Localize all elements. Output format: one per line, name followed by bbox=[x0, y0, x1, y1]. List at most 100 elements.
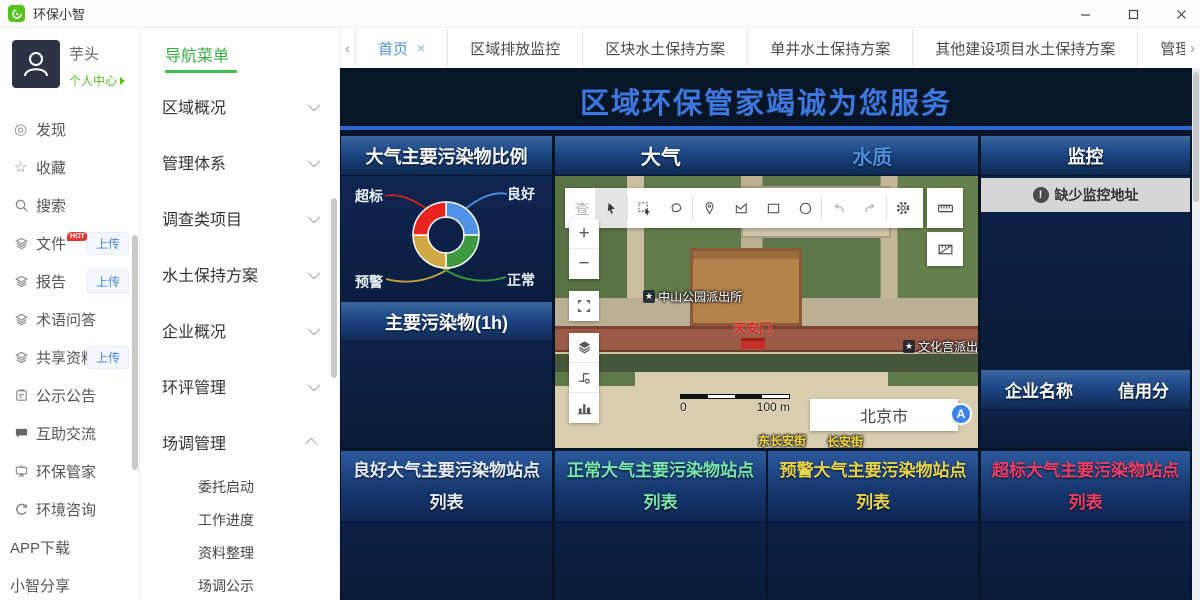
nav-item-region-overview[interactable]: 区域概况 bbox=[140, 78, 339, 134]
lasso-tool-icon[interactable] bbox=[660, 188, 692, 228]
tabs-scroll-right-icon[interactable]: › bbox=[1185, 28, 1200, 68]
sidebar-item-shared-materials[interactable]: 共享资料 上传 bbox=[0, 338, 139, 376]
upload-files-button[interactable]: 上传 bbox=[87, 232, 129, 255]
tab-other-construction-soil-water-plan[interactable]: 其他建设项目水土保持方案 bbox=[913, 28, 1138, 68]
nav-subitem-survey-publicity[interactable]: 场调公示 bbox=[140, 569, 339, 600]
station-list-normal-title: 正常大气主要污染物站点列表 bbox=[563, 455, 758, 518]
locate-badge[interactable]: A bbox=[950, 403, 972, 425]
pointer-tool-icon[interactable] bbox=[595, 188, 627, 228]
nav-item-site-survey-management[interactable]: 场调管理 bbox=[140, 414, 339, 470]
zoom-in-button[interactable]: + bbox=[569, 219, 599, 249]
map-search-input[interactable]: 查 bbox=[569, 198, 595, 219]
tab-region-emission-monitor[interactable]: 区域排放监控 bbox=[448, 28, 583, 68]
area-measure-button[interactable] bbox=[927, 232, 963, 266]
sidebar-item-epa-steward[interactable]: 环保管家 bbox=[0, 452, 139, 490]
clipboard-icon bbox=[14, 388, 36, 403]
banner-divider bbox=[340, 126, 1192, 130]
tab-close-icon[interactable]: × bbox=[417, 40, 425, 56]
enterprise-credit-header: 企业名称 信用分 bbox=[981, 370, 1190, 410]
user-name: 芋头 bbox=[69, 43, 125, 64]
chevron-down-icon bbox=[308, 266, 321, 279]
map-tab-water[interactable]: 水质 bbox=[767, 141, 979, 170]
pollutant-donut-chart[interactable]: 超标 良好 预警 正常 bbox=[341, 176, 552, 302]
tab-single-well-soil-water-plan[interactable]: 单井水土保持方案 bbox=[748, 28, 913, 68]
navmenu-scrollbar[interactable] bbox=[331, 198, 337, 378]
city-selector[interactable]: 北京市 bbox=[810, 399, 958, 431]
maximize-button[interactable] bbox=[1122, 3, 1144, 25]
main-scrollbar[interactable] bbox=[1192, 68, 1200, 600]
sidebar-item-app-download[interactable]: APP下载 bbox=[0, 528, 139, 566]
sidebar-item-announcements[interactable]: 公示公告 bbox=[0, 376, 139, 414]
map-moat bbox=[555, 354, 978, 372]
pin-tool-icon[interactable] bbox=[693, 188, 725, 228]
main-scrollbar-thumb[interactable] bbox=[1193, 72, 1199, 202]
polygon-tool-icon[interactable] bbox=[725, 188, 757, 228]
tab-management-organization[interactable]: 管理组织 bbox=[1138, 28, 1185, 68]
main-pollutant-title: 主要污染物(1h) bbox=[341, 302, 552, 342]
nav-subitem-work-progress[interactable]: 工作进度 bbox=[140, 503, 339, 536]
nav-item-soil-water-plan[interactable]: 水土保持方案 bbox=[140, 246, 339, 302]
tab-home[interactable]: 首页× bbox=[355, 28, 448, 68]
nav-subitem-data-collation[interactable]: 资料整理 bbox=[140, 536, 339, 569]
station-list-good-title: 良好大气主要污染物站点列表 bbox=[349, 455, 544, 518]
personal-center-link[interactable]: 个人中心 bbox=[69, 72, 125, 89]
fullscreen-icon[interactable] bbox=[569, 291, 599, 321]
map-tab-air[interactable]: 大气 bbox=[555, 141, 767, 170]
chat-icon bbox=[14, 426, 36, 441]
sidebar-scrollbar[interactable] bbox=[132, 235, 138, 470]
sidebar-item-favorites[interactable]: ☆ 收藏 bbox=[0, 148, 139, 186]
rectangle-tool-icon[interactable] bbox=[757, 188, 789, 228]
station-list-warning-title: 预警大气主要污染物站点列表 bbox=[776, 455, 970, 518]
tabs-scroll-left-icon[interactable]: ‹ bbox=[340, 28, 355, 68]
layers-icon[interactable] bbox=[569, 333, 599, 363]
upload-report-button[interactable]: 上传 bbox=[87, 270, 129, 293]
station-list-good-body bbox=[341, 523, 552, 600]
map-scale-bar: 0100 m bbox=[680, 394, 790, 414]
sidebar-item-env-consulting[interactable]: 环境咨询 bbox=[0, 490, 139, 528]
nav-item-survey-projects[interactable]: 调查类项目 bbox=[140, 190, 339, 246]
tiananmen-gate-icon bbox=[741, 338, 765, 349]
satellite-map[interactable]: ★中山公园派出所 天安门 ★文化宫派出所 东长安街 长安街 查 bbox=[555, 176, 978, 448]
city-buildings-icon[interactable] bbox=[569, 393, 599, 423]
redo-icon[interactable] bbox=[854, 188, 886, 228]
route-tool-icon[interactable] bbox=[569, 363, 599, 393]
sidebar-item-search[interactable]: 搜索 bbox=[0, 186, 139, 224]
upload-shared-button[interactable]: 上传 bbox=[87, 346, 129, 369]
nav-item-enterprise-overview[interactable]: 企业概况 bbox=[140, 302, 339, 358]
sidebar-item-files[interactable]: 文件 HOT 上传 bbox=[0, 224, 139, 262]
circle-tool-icon[interactable] bbox=[789, 188, 821, 228]
monitor-title: 监控 bbox=[981, 136, 1190, 176]
map-label-changan-street: 长安街 bbox=[827, 433, 863, 448]
map-label-tiananmen: 天安门 bbox=[733, 318, 772, 349]
map-label-east-changan-street: 东长安街 bbox=[758, 432, 806, 448]
title-bar: 环保小智 bbox=[0, 0, 1200, 28]
map-draw-toolbar: 查 bbox=[565, 188, 923, 228]
minimize-button[interactable] bbox=[1074, 3, 1096, 25]
nav-item-management-system[interactable]: 管理体系 bbox=[140, 134, 339, 190]
map-tabs: 大气 水质 bbox=[555, 136, 978, 176]
sidebar-item-terminology-qa[interactable]: 术语问答 bbox=[0, 300, 139, 338]
close-button[interactable] bbox=[1170, 3, 1192, 25]
marquee-select-tool-icon[interactable] bbox=[628, 188, 660, 228]
sidebar-item-xiaozhi-share[interactable]: 小智分享 bbox=[0, 566, 139, 600]
layers-icon bbox=[14, 274, 36, 289]
avatar[interactable] bbox=[12, 40, 60, 88]
map-zoom-control: + − bbox=[569, 219, 599, 279]
sidebar-item-discover[interactable]: ◎ 发现 bbox=[0, 110, 139, 148]
enterprise-name-col: 企业名称 bbox=[981, 377, 1097, 402]
station-list-warning: 预警大气主要污染物站点列表 bbox=[768, 451, 978, 600]
tab-block-soil-water-plan[interactable]: 区块水土保持方案 bbox=[583, 28, 748, 68]
layers-icon bbox=[14, 312, 36, 327]
chevron-down-icon bbox=[308, 210, 321, 223]
scale-start: 0 bbox=[680, 400, 687, 414]
settings-gear-icon[interactable] bbox=[887, 188, 919, 228]
distance-measure-button[interactable] bbox=[927, 188, 963, 228]
zoom-out-button[interactable]: − bbox=[569, 249, 599, 279]
layers-icon bbox=[14, 350, 36, 365]
nav-subitem-entrust-start[interactable]: 委托启动 bbox=[140, 470, 339, 503]
nav-item-eia-management[interactable]: 环评管理 bbox=[140, 358, 339, 414]
undo-icon[interactable] bbox=[822, 188, 854, 228]
sidebar-item-reports[interactable]: 报告 上传 bbox=[0, 262, 139, 300]
sidebar-item-mutual-exchange[interactable]: 互助交流 bbox=[0, 414, 139, 452]
pollutant-ratio-title: 大气主要污染物比例 bbox=[341, 136, 552, 176]
